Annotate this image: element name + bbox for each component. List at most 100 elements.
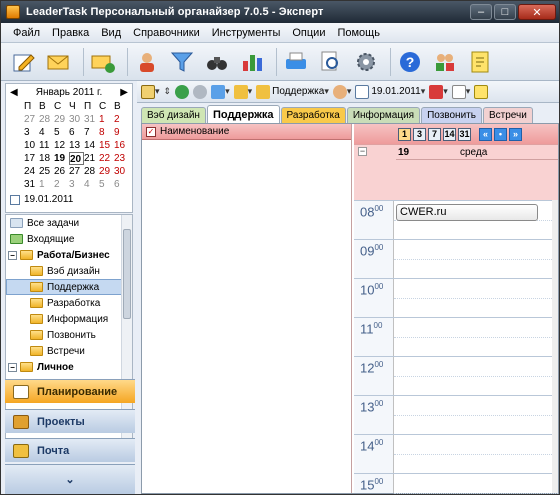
date-select[interactable]: 19.01.2011 ▾ bbox=[355, 84, 425, 99]
menu-references[interactable]: Справочники bbox=[127, 27, 206, 39]
prev-month-icon[interactable]: ◀ bbox=[10, 87, 18, 98]
hour-row[interactable]: 1000 bbox=[354, 278, 558, 317]
scroll-thumb[interactable] bbox=[123, 229, 131, 319]
hour-row[interactable]: 0800 CWER.ru bbox=[354, 200, 558, 239]
calendar-day[interactable]: 12 bbox=[54, 139, 69, 152]
calendar-day[interactable]: 31 bbox=[84, 113, 99, 126]
calendar-day[interactable]: 21 bbox=[84, 152, 99, 165]
view-1-days-button[interactable]: 1 bbox=[398, 127, 411, 141]
calendar-day[interactable]: 28 bbox=[39, 113, 54, 126]
calendar-day[interactable]: 13 bbox=[69, 139, 84, 152]
calendar-day[interactable]: 15 bbox=[99, 139, 114, 152]
calendar-day[interactable]: 23 bbox=[114, 152, 129, 165]
calendar-day[interactable]: 4 bbox=[84, 178, 99, 191]
calendar-day[interactable]: 25 bbox=[39, 165, 54, 178]
tab-5[interactable]: Позвонить bbox=[421, 107, 482, 123]
binoculars-icon[interactable] bbox=[202, 47, 232, 77]
tab-4[interactable]: Информация bbox=[346, 107, 421, 123]
calendar-day[interactable]: 19 bbox=[54, 152, 69, 165]
calendar-day[interactable]: 3 bbox=[24, 126, 39, 139]
calendar-day[interactable]: 7 bbox=[84, 126, 99, 139]
column-header-name[interactable]: Наименование bbox=[160, 126, 229, 137]
minimize-button[interactable]: – bbox=[470, 4, 492, 20]
calendar-day[interactable]: 22 bbox=[99, 152, 114, 165]
person-button[interactable]: ▾ bbox=[332, 84, 351, 99]
calendar-day[interactable]: 9 bbox=[114, 126, 129, 139]
close-button[interactable]: ✕ bbox=[518, 4, 556, 20]
tab-2[interactable]: Поддержка bbox=[206, 105, 280, 123]
calendar-day[interactable]: 2 bbox=[54, 178, 69, 191]
tab-3[interactable]: Разработка bbox=[280, 107, 346, 123]
calendar-day[interactable]: 10 bbox=[24, 139, 39, 152]
forward-button[interactable] bbox=[193, 84, 208, 99]
collapse-day-icon[interactable]: − bbox=[358, 147, 367, 156]
calendar-day[interactable]: 5 bbox=[99, 178, 114, 191]
next-icon[interactable]: » bbox=[509, 127, 522, 141]
view-14-days-button[interactable]: 14 bbox=[443, 127, 456, 141]
contacts-icon[interactable] bbox=[132, 47, 162, 77]
search-doc-icon[interactable] bbox=[316, 47, 346, 77]
menu-file[interactable]: Файл bbox=[7, 27, 46, 39]
menu-help[interactable]: Помощь bbox=[331, 27, 386, 39]
view-7-days-button[interactable]: 7 bbox=[428, 127, 441, 141]
calendar-day[interactable]: 1 bbox=[99, 113, 114, 126]
calendar-day[interactable]: 30 bbox=[69, 113, 84, 126]
settings-icon[interactable] bbox=[351, 47, 381, 77]
calendar-day[interactable]: 29 bbox=[54, 113, 69, 126]
view-3-days-button[interactable]: 3 bbox=[413, 127, 426, 141]
hour-row[interactable]: 1300 bbox=[354, 395, 558, 434]
calendar-day[interactable]: 28 bbox=[84, 165, 99, 178]
tree-item-inbox[interactable]: Входящие bbox=[6, 231, 132, 247]
calendar-today[interactable]: 19.01.2011 bbox=[10, 194, 73, 205]
calendar-day[interactable]: 26 bbox=[54, 165, 69, 178]
note-button[interactable] bbox=[474, 84, 489, 99]
back-button[interactable] bbox=[175, 84, 190, 99]
scroll-arrows-button[interactable]: ⇕ bbox=[164, 86, 172, 97]
calendar-scrollbar[interactable] bbox=[552, 200, 558, 493]
calendar-day[interactable]: 18 bbox=[39, 152, 54, 165]
task-view-button[interactable]: ▾ bbox=[141, 84, 160, 99]
new-mail-icon[interactable] bbox=[44, 47, 74, 77]
collapse-icon[interactable]: − bbox=[8, 362, 17, 372]
calendar-day[interactable]: 24 bbox=[24, 165, 39, 178]
menu-tools[interactable]: Инструменты bbox=[206, 27, 287, 39]
tree-item-support[interactable]: Поддержка bbox=[6, 279, 132, 295]
checkbox-icon[interactable]: ✓ bbox=[146, 126, 156, 137]
collapse-icon[interactable]: − bbox=[8, 250, 17, 260]
hour-row[interactable]: 1200 bbox=[354, 356, 558, 395]
tree-item-call[interactable]: Позвонить bbox=[6, 327, 132, 343]
calendar-day[interactable]: 30 bbox=[114, 165, 129, 178]
users-icon[interactable] bbox=[430, 47, 460, 77]
hour-row[interactable]: 1400 bbox=[354, 434, 558, 473]
menu-view[interactable]: Вид bbox=[95, 27, 127, 39]
hour-row[interactable]: 1500 bbox=[354, 473, 558, 494]
today-icon[interactable]: • bbox=[494, 127, 507, 141]
filter-button[interactable]: ▾ bbox=[211, 84, 230, 99]
calendar-day[interactable]: 6 bbox=[114, 178, 129, 191]
calendar-event[interactable]: CWER.ru bbox=[396, 204, 538, 221]
calendar-day[interactable]: 4 bbox=[39, 126, 54, 139]
tree-item-development[interactable]: Разработка bbox=[6, 295, 132, 311]
nav-more-button[interactable]: ⌄ bbox=[5, 464, 135, 494]
calendar-day[interactable]: 3 bbox=[69, 178, 84, 191]
tree-item-work[interactable]: − Работа/Бизнес bbox=[6, 247, 132, 263]
filter-icon[interactable] bbox=[167, 47, 197, 77]
print-icon[interactable] bbox=[281, 47, 311, 77]
calendar-day[interactable]: 11 bbox=[39, 139, 54, 152]
tab-6[interactable]: Встречи bbox=[482, 107, 533, 123]
calendar-day[interactable]: 16 bbox=[114, 139, 129, 152]
hour-row[interactable]: 1100 bbox=[354, 317, 558, 356]
check-button[interactable]: ▾ bbox=[451, 84, 470, 99]
calendar-day[interactable]: 29 bbox=[99, 165, 114, 178]
calendar-month[interactable]: Январь 2011 г. bbox=[36, 87, 103, 98]
hour-row[interactable]: 0900 bbox=[354, 239, 558, 278]
project-select[interactable]: Поддержка ▾ bbox=[256, 84, 329, 99]
tree-item-information[interactable]: Информация bbox=[6, 311, 132, 327]
send-mail-icon[interactable] bbox=[88, 47, 118, 77]
calendar-day[interactable]: 2 bbox=[114, 113, 129, 126]
prev-icon[interactable]: « bbox=[479, 127, 492, 141]
calendar-day[interactable]: 27 bbox=[69, 165, 84, 178]
view-31-days-button[interactable]: 31 bbox=[458, 127, 471, 141]
calendar-day[interactable]: 17 bbox=[24, 152, 39, 165]
nav-mail-button[interactable]: Почта bbox=[5, 438, 135, 462]
